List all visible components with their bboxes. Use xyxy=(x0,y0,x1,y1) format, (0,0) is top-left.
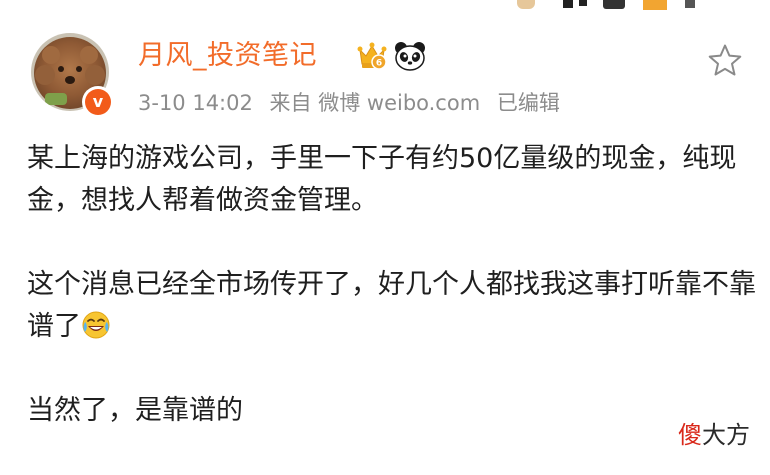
favorite-button[interactable] xyxy=(706,42,744,80)
weibo-post-screen: v 月风_投资笔记 6 3-10 14:02 来自 微博 weibo.com 已… xyxy=(0,0,770,475)
vip-crown-badge-icon[interactable]: 6 xyxy=(355,40,389,72)
post-content: 某上海的游戏公司，手里一下子有约50亿量级的现金，纯现金，想找人帮着做资金管理。… xyxy=(27,138,757,432)
star-outline-icon xyxy=(708,44,742,76)
watermark-part2: 大方 xyxy=(702,421,750,449)
post-paragraph: 某上海的游戏公司，手里一下子有约50亿量级的现金，纯现金，想找人帮着做资金管理。 xyxy=(27,143,737,216)
watermark-part1: 傻 xyxy=(678,421,702,449)
watermark: 傻大方 xyxy=(678,418,750,452)
verified-badge: v xyxy=(82,86,114,118)
post-paragraph-text: 这个消息已经全市场传开了，好几个人都找我这事打听靠不靠谱了 xyxy=(27,269,756,342)
svg-text:6: 6 xyxy=(376,59,382,69)
post-time: 3-10 14:02 xyxy=(138,91,253,115)
cropped-top-strip xyxy=(505,0,725,12)
laughing-tears-emoji-icon xyxy=(81,310,111,340)
post-paragraph: 当然了，是靠谱的 xyxy=(27,395,243,426)
post-source[interactable]: 来自 微博 weibo.com xyxy=(270,91,481,115)
post-meta: 3-10 14:02 来自 微博 weibo.com 已编辑 xyxy=(138,88,570,118)
panda-badge-icon[interactable] xyxy=(393,40,427,72)
username[interactable]: 月风_投资笔记 xyxy=(138,38,317,74)
post-paragraph: 这个消息已经全市场传开了，好几个人都找我这事打听靠不靠谱了 xyxy=(27,264,757,348)
verified-v-icon: v xyxy=(85,89,111,115)
edited-label[interactable]: 已编辑 xyxy=(497,91,560,115)
